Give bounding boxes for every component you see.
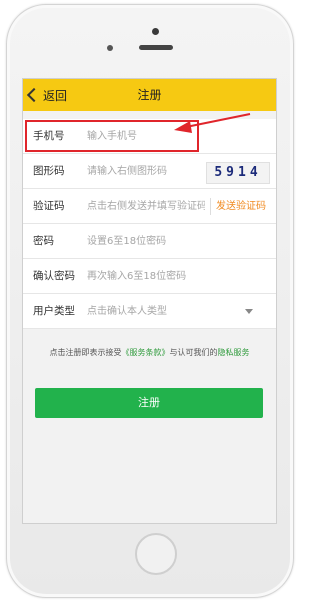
confirm-row: 确认密码 <box>23 259 276 294</box>
page-title: 注册 <box>137 88 162 102</box>
sms-row: 验证码 发送验证码 <box>23 189 276 224</box>
captcha-input[interactable] <box>87 162 205 181</box>
phone-label: 手机号 <box>33 130 65 142</box>
register-form: 手机号 图形码 5914 验证码 发送验证码 密码 确认密码 用户类型 <box>23 119 276 329</box>
speaker-icon <box>139 45 173 50</box>
sms-divider <box>210 198 211 215</box>
privacy-link[interactable]: 隐私服务 <box>218 348 250 357</box>
register-button[interactable]: 注册 <box>35 388 263 418</box>
agreement-middle: 与认可我们的 <box>169 348 218 357</box>
password-input[interactable] <box>87 232 237 251</box>
captcha-row: 图形码 5914 <box>23 154 276 189</box>
home-button[interactable] <box>135 533 177 575</box>
sms-label: 验证码 <box>33 200 65 212</box>
agreement-text: 点击注册即表示接受《服务条款》与认可我们的隐私服务 <box>23 347 276 358</box>
password-row: 密码 <box>23 224 276 259</box>
sms-input[interactable] <box>87 197 205 216</box>
chevron-down-icon <box>245 309 253 314</box>
agreement-prefix: 点击注册即表示接受 <box>49 348 122 357</box>
user-type-select[interactable] <box>87 302 237 321</box>
annotation-arrow-icon <box>174 113 251 133</box>
user-type-row[interactable]: 用户类型 <box>23 294 276 329</box>
sensor-icon <box>107 45 113 51</box>
confirm-input[interactable] <box>87 267 237 286</box>
camera-icon <box>152 28 159 35</box>
title-bar: 返回 注册 <box>23 79 276 111</box>
terms-link[interactable]: 《服务条款》 <box>122 348 170 357</box>
app-screen: 返回 注册 手机号 图形码 5914 验证码 发送验证码 密码 确认密码 <box>22 78 277 524</box>
confirm-label: 确认密码 <box>33 270 75 282</box>
send-code-button[interactable]: 发送验证码 <box>216 189 266 224</box>
user-type-label: 用户类型 <box>33 305 75 317</box>
password-label: 密码 <box>33 235 54 247</box>
captcha-label: 图形码 <box>33 165 65 177</box>
captcha-image[interactable]: 5914 <box>206 162 270 184</box>
